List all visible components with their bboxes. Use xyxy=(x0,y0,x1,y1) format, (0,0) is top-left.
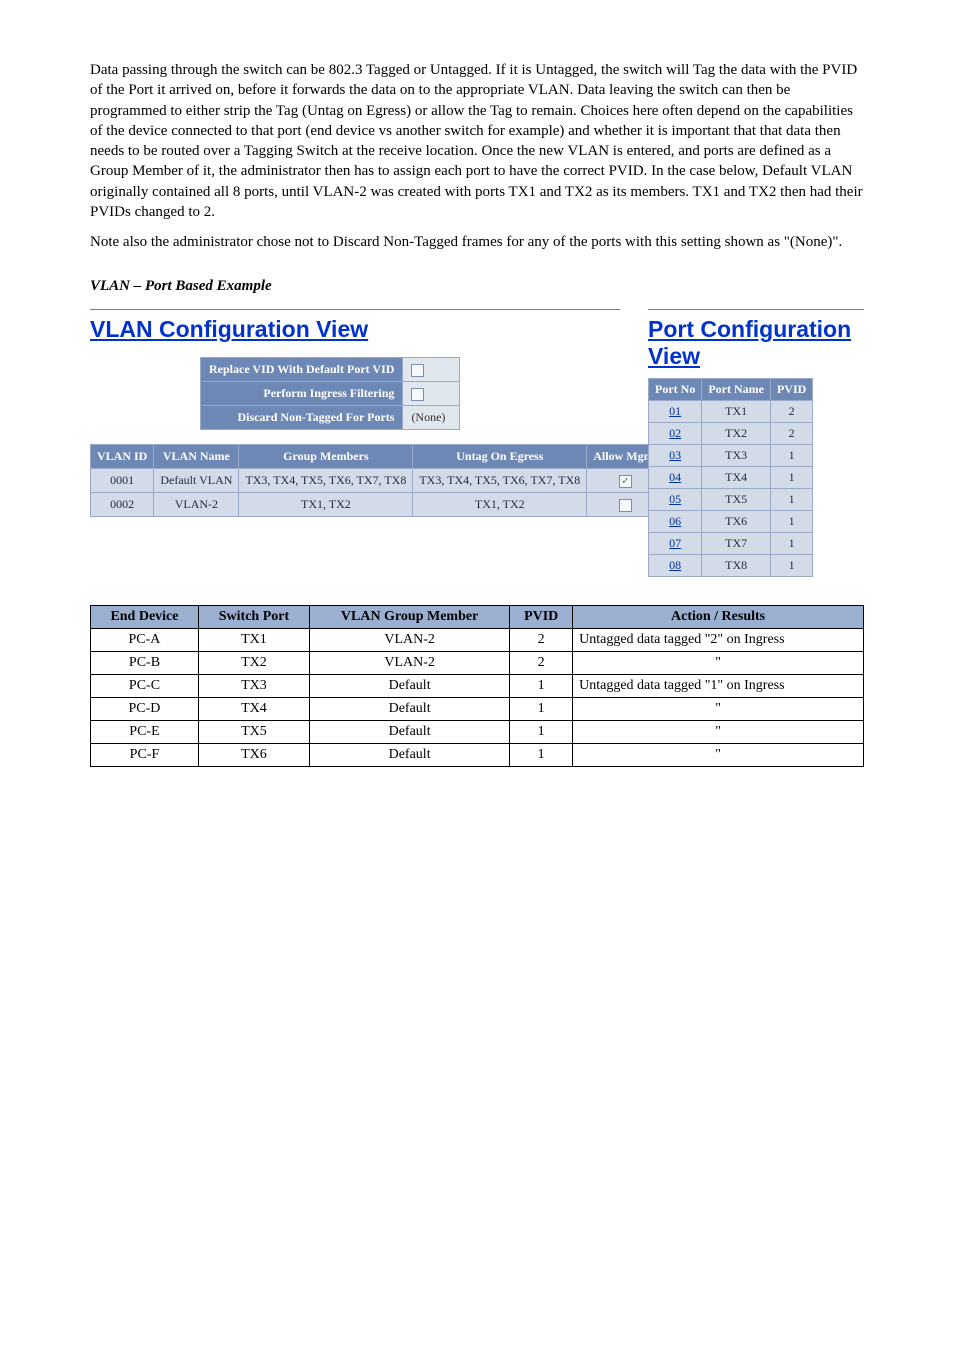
checkbox-icon xyxy=(411,364,424,377)
result-row: PC-BTX2VLAN-22" xyxy=(91,652,864,675)
cell-pvid: 1 xyxy=(770,489,812,511)
port-link[interactable]: 07 xyxy=(669,536,681,550)
port-link[interactable]: 06 xyxy=(669,514,681,528)
cell-vlan-id: 0002 xyxy=(91,493,154,517)
col-pvid2: PVID xyxy=(510,606,573,629)
cell-pvid: 1 xyxy=(770,467,812,489)
col-port-name: Port Name xyxy=(702,379,771,401)
cell-port-name: TX3 xyxy=(702,445,771,467)
port-row: 05 TX51 xyxy=(649,489,813,511)
port-row: 07 TX71 xyxy=(649,533,813,555)
port-link[interactable]: 03 xyxy=(669,448,681,462)
port-link[interactable]: 08 xyxy=(669,558,681,572)
opt-ingress-value[interactable] xyxy=(403,382,460,406)
opt-ingress-label: Perform Ingress Filtering xyxy=(201,382,403,406)
cell-port-name: TX4 xyxy=(702,467,771,489)
cell-pvid: 1 xyxy=(770,533,812,555)
result-table: End Device Switch Port VLAN Group Member… xyxy=(90,605,864,767)
opt-replace-vid-value[interactable] xyxy=(403,358,460,382)
col-untag: Untag On Egress xyxy=(413,445,587,469)
col-group-members: Group Members xyxy=(239,445,413,469)
port-link[interactable]: 01 xyxy=(669,404,681,418)
vlan-options-table: Replace VID With Default Port VID Perfor… xyxy=(200,357,460,430)
cell-vlan-id: 0001 xyxy=(91,469,154,493)
cell-vlan-name: Default VLAN xyxy=(154,469,239,493)
cell-untag: TX1, TX2 xyxy=(413,493,587,517)
port-row: 01 TX12 xyxy=(649,401,813,423)
result-row: PC-FTX6Default1" xyxy=(91,744,864,767)
result-row: PC-DTX4Default1" xyxy=(91,698,864,721)
cell-pvid: 1 xyxy=(770,555,812,577)
cell-untag: TX3, TX4, TX5, TX6, TX7, TX8 xyxy=(413,469,587,493)
col-device: End Device xyxy=(91,606,199,629)
opt-replace-vid-label: Replace VID With Default Port VID xyxy=(201,358,403,382)
cell-pvid: 1 xyxy=(770,445,812,467)
intro-paragraph-1: Data passing through the switch can be 8… xyxy=(90,60,864,222)
port-row: 04 TX41 xyxy=(649,467,813,489)
cell-port-name: TX6 xyxy=(702,511,771,533)
cell-members: TX3, TX4, TX5, TX6, TX7, TX8 xyxy=(239,469,413,493)
cell-port-name: TX2 xyxy=(702,423,771,445)
cell-vlan-name: VLAN-2 xyxy=(154,493,239,517)
cell-pvid: 1 xyxy=(770,511,812,533)
port-link[interactable]: 02 xyxy=(669,426,681,440)
col-member: VLAN Group Member xyxy=(309,606,509,629)
vlan-row: 0002 VLAN-2 TX1, TX2 TX1, TX2 xyxy=(91,493,665,517)
col-port: Switch Port xyxy=(198,606,309,629)
cell-members: TX1, TX2 xyxy=(239,493,413,517)
port-row: 03 TX31 xyxy=(649,445,813,467)
cell-pvid: 2 xyxy=(770,401,812,423)
cell-port-name: TX5 xyxy=(702,489,771,511)
checkbox-icon xyxy=(411,388,424,401)
port-link[interactable]: 05 xyxy=(669,492,681,506)
col-pvid: PVID xyxy=(770,379,812,401)
checkbox-icon xyxy=(619,499,632,512)
cell-port-name: TX7 xyxy=(702,533,771,555)
port-row: 06 TX61 xyxy=(649,511,813,533)
result-row: PC-ATX1VLAN-22Untagged data tagged "2" o… xyxy=(91,629,864,652)
port-table: Port No Port Name PVID 01 TX12 02 TX22 03 T… xyxy=(648,378,813,577)
section-heading: VLAN – Port Based Example xyxy=(90,278,864,295)
opt-discard-label: Discard Non-Tagged For Ports xyxy=(201,406,403,430)
opt-discard-value: (None) xyxy=(403,406,460,430)
cell-port-name: TX8 xyxy=(702,555,771,577)
port-row: 08 TX81 xyxy=(649,555,813,577)
result-row: PC-ETX5Default1" xyxy=(91,721,864,744)
cell-pvid: 2 xyxy=(770,423,812,445)
vlan-table: VLAN ID VLAN Name Group Members Untag On… xyxy=(90,444,665,517)
port-config-title: Port Configuration View xyxy=(648,309,864,372)
cell-port-name: TX1 xyxy=(702,401,771,423)
checkbox-icon: ✓ xyxy=(619,475,632,488)
result-row: PC-CTX3Default1Untagged data tagged "1" … xyxy=(91,675,864,698)
col-vlan-id: VLAN ID xyxy=(91,445,154,469)
intro-paragraph-2: Note also the administrator chose not to… xyxy=(90,232,864,252)
port-row: 02 TX22 xyxy=(649,423,813,445)
vlan-config-title: VLAN Configuration View xyxy=(90,309,620,345)
col-port-no: Port No xyxy=(649,379,702,401)
col-vlan-name: VLAN Name xyxy=(154,445,239,469)
vlan-row: 0001 Default VLAN TX3, TX4, TX5, TX6, TX… xyxy=(91,469,665,493)
col-action: Action / Results xyxy=(573,606,864,629)
port-link[interactable]: 04 xyxy=(669,470,681,484)
